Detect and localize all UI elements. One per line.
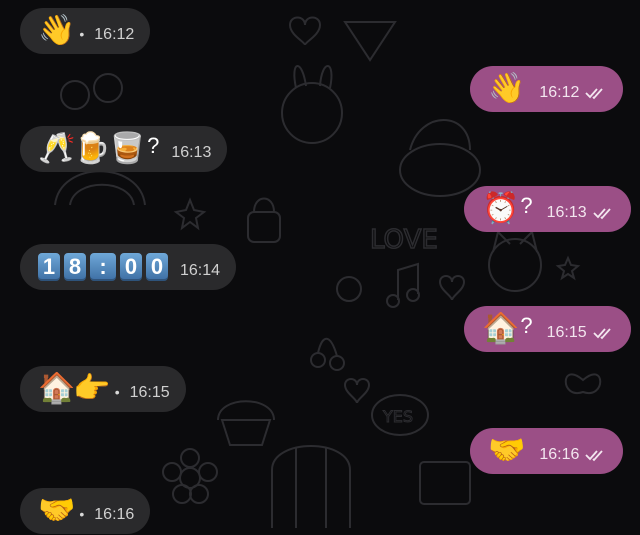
message-timestamp: 16:15 [546, 324, 587, 341]
digit-tile: 8 [64, 253, 86, 281]
outgoing-message-bubble[interactable]: 🏠 ? 16:15 [464, 306, 631, 352]
message-timestamp: 16:16 [94, 506, 135, 523]
question-mark: ? [147, 133, 160, 158]
message-timestamp: 16:12 [539, 84, 580, 101]
message-timestamp: 16:13 [171, 144, 212, 161]
chat-screen: LOVE YES 👋 • 16:12 👋 16:12 🥂🍺🥃 ? 16:13 ⏰… [0, 0, 640, 535]
read-receipt-double-check-icon [593, 328, 611, 340]
digit-tile: : [90, 253, 116, 281]
message-timestamp: 16:16 [539, 446, 580, 463]
outgoing-message-bubble[interactable]: 👋 16:12 [470, 66, 624, 112]
svg-text:YES: YES [382, 407, 413, 426]
waving-hand-emoji: 👋 [38, 13, 75, 48]
outgoing-message-bubble[interactable]: 🤝 16:16 [470, 428, 624, 474]
digit-tile: 0 [120, 253, 142, 281]
waving-hand-emoji: 👋 [488, 71, 525, 106]
alarm-clock-emoji: ⏰ [482, 191, 519, 226]
separator-dot: • [79, 26, 85, 42]
handshake-emoji: 🤝 [38, 493, 75, 528]
time-digits-emoji: 1 8 : 0 0 [38, 253, 168, 281]
drinks-emoji: 🥂🍺🥃 [38, 131, 146, 166]
incoming-message-bubble[interactable]: 🥂🍺🥃 ? 16:13 [20, 126, 228, 172]
read-receipt-double-check-icon [585, 450, 604, 462]
read-receipt-double-check-icon [593, 208, 611, 220]
message-timestamp: 16:14 [180, 262, 221, 279]
handshake-emoji: 🤝 [488, 433, 525, 468]
svg-text:LOVE: LOVE [370, 225, 438, 255]
incoming-message-bubble[interactable]: 🤝 • 16:16 [20, 488, 151, 534]
separator-dot: • [79, 506, 85, 522]
digit-tile: 1 [38, 253, 60, 281]
read-receipt-double-check-icon [585, 88, 604, 100]
incoming-message-bubble[interactable]: 1 8 : 0 0 16:14 [20, 244, 237, 290]
incoming-message-bubble[interactable]: 🏠👉 • 16:15 [20, 366, 186, 412]
question-mark: ? [520, 193, 533, 218]
message-timestamp: 16:13 [546, 204, 587, 221]
house-emoji: 🏠 [482, 311, 519, 346]
separator-dot: • [114, 384, 120, 400]
message-timestamp: 16:15 [129, 384, 170, 401]
outgoing-message-bubble[interactable]: ⏰ ? 16:13 [464, 186, 631, 232]
message-timestamp: 16:12 [94, 26, 135, 43]
incoming-message-bubble[interactable]: 👋 • 16:12 [20, 8, 151, 54]
house-pointing-emoji: 🏠👉 [38, 371, 111, 406]
question-mark: ? [520, 313, 533, 338]
digit-tile: 0 [146, 253, 168, 281]
